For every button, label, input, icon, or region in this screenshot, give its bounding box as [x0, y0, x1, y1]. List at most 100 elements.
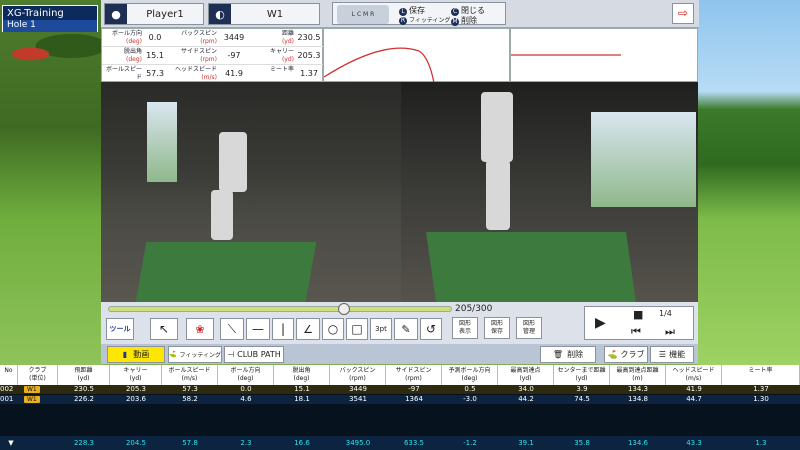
tool-button[interactable]: ツール — [106, 318, 134, 340]
table-cell: 44.2 — [518, 395, 534, 403]
function-button[interactable]: ☰ 機能 — [650, 346, 694, 363]
delete-row-button[interactable]: 🗑 削除 — [540, 346, 596, 363]
frame-slider[interactable] — [108, 303, 452, 315]
club-button[interactable]: ⛳ クラブ — [604, 346, 648, 363]
summary-cell: 134.6 — [627, 439, 649, 447]
table-header-cell[interactable]: 予測ボール方向 (deg) — [442, 365, 498, 385]
trajectory-top-graph — [510, 28, 698, 82]
table-cell: 0.5 — [464, 385, 476, 393]
table-header-cell[interactable]: ミート率 — [722, 365, 800, 385]
table-cell: 3541 — [349, 395, 367, 403]
table-row[interactable]: 001 W1 226.2 203.6 58.2 4.6 18.1 3541 1364 -3.0 44… — [0, 395, 800, 404]
ladybug-icon[interactable]: ❀ — [186, 318, 214, 340]
player-selector[interactable]: ● Player1 — [104, 3, 204, 25]
summary-cell: 35.8 — [574, 439, 590, 447]
stat-value: 41.9 — [225, 69, 243, 78]
video-tab[interactable]: ▮ 動画 — [107, 346, 165, 363]
circle-tool-icon[interactable]: ○ — [322, 318, 344, 340]
expand-arrow-icon[interactable]: ▼ — [4, 436, 18, 450]
table-cell: 41.9 — [686, 385, 702, 393]
table-header-cell[interactable]: ボール方向 (deg) — [218, 365, 274, 385]
table-header-cell[interactable]: バックスピン (rpm) — [330, 365, 386, 385]
frame-counter: 205/300 — [455, 304, 493, 314]
figure-save-button[interactable]: 図形 保存 — [484, 317, 510, 339]
playback-controls: ▶ ■ 1/4 ⏮ ⏭ — [584, 306, 694, 340]
slider-knob[interactable] — [337, 303, 350, 315]
user-icon: ● — [105, 4, 127, 24]
menu-icon: ☰ — [658, 350, 667, 359]
stat-label: キャリー — [269, 48, 294, 55]
summary-cell: -1.2 — [463, 439, 477, 447]
summary-cell: 57.8 — [182, 439, 198, 447]
delete-button[interactable]: M 削除 — [451, 15, 477, 26]
table-header-cell[interactable]: サイドスピン (rpm) — [386, 365, 442, 385]
stat-label-cell: ボール方向 (deg) — [104, 29, 142, 47]
stat-unit: (deg) — [126, 56, 142, 63]
stat-label: 脱出角 — [123, 48, 142, 55]
table-header-cell[interactable]: センターまで距離 (yd) — [554, 365, 610, 385]
summary-cell: 228.3 — [73, 439, 95, 447]
square-tool-icon[interactable]: □ — [346, 318, 368, 340]
vline-tool-icon[interactable]: | — [272, 318, 294, 340]
table-header-cell[interactable]: キャリー (yd) — [110, 365, 162, 385]
table-header-cell[interactable]: クラブ (単位) — [18, 365, 58, 385]
wall-frame — [147, 102, 177, 182]
menu-box: L C M R L 保存 C 閉じる R フィッティング M 削除 — [332, 2, 506, 26]
figure-manage-button[interactable]: 図形 管理 — [516, 317, 542, 339]
table-cell: 203.6 — [125, 395, 147, 403]
table-cell: 58.2 — [182, 395, 198, 403]
undo-icon[interactable]: ↺ — [420, 318, 442, 340]
figure-show-button[interactable]: 図形 表示 — [452, 317, 478, 339]
course-background-right — [698, 0, 800, 365]
line-tool-icon[interactable]: ⟍ — [220, 318, 244, 340]
table-cell: 3.9 — [576, 385, 588, 393]
summary-cell: 633.5 — [403, 439, 425, 447]
stat-label-cell: ボールスピード(m/s) — [104, 65, 142, 89]
table-cell: 44.7 — [686, 395, 702, 403]
line-width-select[interactable]: 3pt — [370, 318, 392, 340]
eraser-icon[interactable]: ✎ — [394, 318, 418, 340]
stat-value: 205.3 — [297, 51, 321, 60]
summary-cell: 43.3 — [686, 439, 702, 447]
course-background-left — [0, 0, 102, 365]
stat-label-cell: 距離 (yd) — [252, 29, 294, 47]
fitting-button[interactable]: R フィッティング — [399, 15, 451, 25]
video-icon: ▮ — [122, 350, 128, 359]
table-header: No クラブ (単位) 飛距離 (yd) キャリー (yd) ボールスピード (m/s)… — [0, 365, 800, 385]
table-header-cell[interactable]: ヘッドスピード (m/s) — [666, 365, 722, 385]
video-side-view[interactable] — [401, 82, 698, 302]
club-selector[interactable]: ◐ W1 — [208, 3, 320, 25]
table-cell: 3449 — [349, 385, 367, 393]
stop-icon[interactable]: ■ — [633, 308, 643, 321]
summary-cell: 39.1 — [518, 439, 534, 447]
golfer-side — [481, 92, 513, 162]
table-header-cell[interactable]: ボールスピード (m/s) — [162, 365, 218, 385]
table-cell: 1364 — [405, 395, 423, 403]
table-header-cell[interactable]: 飛距離 (yd) — [58, 365, 110, 385]
trajectory-side-svg — [323, 47, 435, 84]
pointer-icon[interactable]: ↖ — [150, 318, 178, 340]
hole-label: Hole 1 — [3, 20, 97, 32]
stats-row: 脱出角 (deg) 15.1 サイドスピン (rpm) -97 キャリー (yd) 205.3 — [102, 47, 324, 65]
stat-label: サイドスピン — [180, 48, 217, 55]
table-header-cell[interactable]: 脱出角 (deg) — [274, 365, 330, 385]
video-front-view[interactable] — [101, 82, 401, 302]
stat-label: ボールスピード — [105, 66, 142, 81]
club-path-tab[interactable]: ⊣ CLUB PATH — [224, 346, 284, 363]
app-title: XG-Training — [7, 8, 64, 19]
angle-tool-icon[interactable]: ∠ — [296, 318, 320, 340]
skip-back-icon[interactable]: ⏮ — [631, 325, 641, 339]
stat-value: 57.3 — [146, 69, 164, 78]
exit-icon[interactable]: ⇨ — [672, 3, 694, 24]
table-row[interactable]: 002 W1 230.5 205.3 57.3 0.0 15.1 3449 -97 0.5 34.0… — [0, 385, 800, 394]
table-header-cell[interactable]: 最高到達点距離 (m) — [610, 365, 666, 385]
stats-row: ボールスピード(m/s)57.3ヘッドスピード(m/s)41.9ミート率1.37 — [102, 65, 324, 89]
fitting-tab[interactable]: ⛳ フィッティング — [168, 346, 222, 363]
stats-row: ボール方向 (deg) 0.0 バックスピン (rpm) 3449 距離 (yd) 230.5 — [102, 29, 324, 47]
table-header-cell[interactable]: 最高到達点 (yd) — [498, 365, 554, 385]
table-header-cell[interactable]: No — [0, 365, 18, 385]
hline-tool-icon[interactable]: — — [246, 318, 270, 340]
skip-forward-icon[interactable]: ⏭ — [665, 325, 675, 339]
table-cell: W1 — [18, 385, 58, 394]
play-icon[interactable]: ▶ — [595, 315, 606, 331]
